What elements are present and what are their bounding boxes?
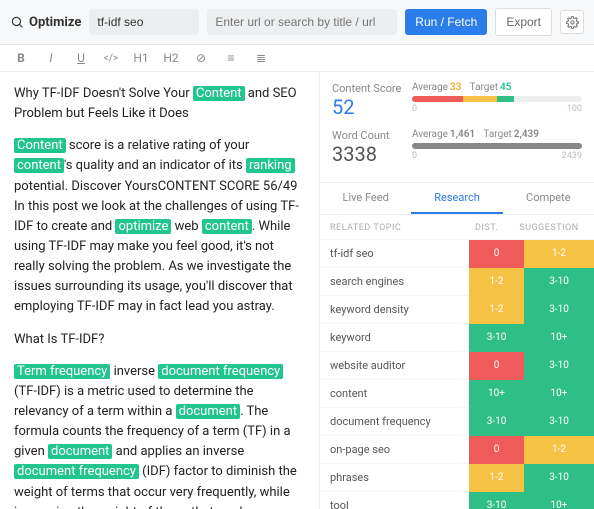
h1-button[interactable]: H1 — [130, 51, 152, 65]
dist-cell: 3-10 — [469, 324, 524, 352]
brand-label: Optimize — [29, 15, 81, 30]
italic-button[interactable]: I — [40, 51, 62, 65]
suggestion-cell: 3-10 — [524, 296, 594, 324]
bullet-list-button[interactable]: ≡ — [220, 51, 242, 65]
topic-cell: tool — [320, 499, 469, 509]
wc-bar — [412, 143, 582, 149]
topic-cell: on-page seo — [320, 443, 469, 456]
dist-cell: 3-10 — [469, 492, 524, 509]
dist-cell: 3-10 — [469, 408, 524, 436]
h2-button[interactable]: H2 — [160, 51, 182, 65]
wc-targets: Average1,461 Target2,439 — [412, 129, 582, 140]
underline-button[interactable]: U — [70, 51, 92, 65]
table-row[interactable]: tf-idf seo01-2 — [320, 239, 594, 267]
side-panel: Content Score 52 Average33 Target45 0100 — [319, 72, 594, 509]
dist-cell: 1-2 — [469, 296, 524, 324]
suggestion-cell: 3-10 — [524, 268, 594, 296]
run-button[interactable]: Run / Fetch — [405, 9, 487, 35]
dist-cell: 10+ — [469, 380, 524, 408]
editor-para: Content score is a relative rating of yo… — [14, 136, 305, 317]
topic-cell: website auditor — [320, 359, 469, 372]
suggestion-cell: 1-2 — [524, 436, 594, 464]
editor-pane[interactable]: Why TF-IDF Doesn't Solve Your Content an… — [0, 72, 319, 509]
metrics-block: Content Score 52 Average33 Target45 0100 — [320, 72, 594, 183]
editor-heading: What Is TF-IDF? — [14, 330, 305, 350]
url-input[interactable] — [207, 9, 397, 35]
dist-cell: 0 — [469, 240, 524, 268]
table-row[interactable]: keyword3-1010+ — [320, 323, 594, 351]
word-count-label: Word Count — [332, 129, 412, 142]
code-button[interactable]: </> — [100, 53, 122, 64]
table-row[interactable]: tool3-1010+ — [320, 491, 594, 509]
table-row[interactable]: keyword density1-23-10 — [320, 295, 594, 323]
keyword-input[interactable] — [89, 9, 199, 35]
topic-cell: document frequency — [320, 415, 469, 428]
dist-cell: 0 — [469, 436, 524, 464]
suggestion-cell: 10+ — [524, 324, 594, 352]
settings-button[interactable] — [560, 10, 584, 34]
highlight: Content — [193, 86, 245, 101]
suggestion-cell: 3-10 — [524, 352, 594, 380]
main-area: Why TF-IDF Doesn't Solve Your Content an… — [0, 72, 594, 509]
th-topic: RELATED TOPIC — [330, 223, 459, 233]
topic-rows[interactable]: tf-idf seo01-2search engines1-23-10keywo… — [320, 239, 594, 509]
clear-format-button[interactable]: ⊘ — [190, 51, 212, 65]
score-targets: Average33 Target45 — [412, 82, 582, 93]
suggestion-cell: 10+ — [524, 380, 594, 408]
dist-cell: 1-2 — [469, 268, 524, 296]
table-row[interactable]: phrases1-23-10 — [320, 463, 594, 491]
gear-icon — [566, 16, 579, 29]
th-dist: DIST. — [459, 223, 514, 233]
suggestion-cell: 3-10 — [524, 408, 594, 436]
score-bar — [412, 96, 582, 102]
topic-cell: phrases — [320, 471, 469, 484]
topic-cell: search engines — [320, 275, 469, 288]
table-row[interactable]: search engines1-23-10 — [320, 267, 594, 295]
dist-cell: 0 — [469, 352, 524, 380]
top-bar: Optimize Run / Fetch Export — [0, 0, 594, 45]
topic-cell: tf-idf seo — [320, 247, 469, 260]
table-row[interactable]: document frequency3-103-10 — [320, 407, 594, 435]
suggestion-cell: 1-2 — [524, 240, 594, 268]
bold-button[interactable]: B — [10, 51, 32, 65]
th-suggestion: SUGGESTION — [514, 223, 584, 233]
topic-cell: keyword density — [320, 303, 469, 316]
side-tabs: Live Feed Research Compete — [320, 183, 594, 215]
brand: Optimize — [10, 15, 81, 30]
table-row[interactable]: content10+10+ — [320, 379, 594, 407]
tab-research[interactable]: Research — [411, 183, 502, 214]
dist-cell: 1-2 — [469, 464, 524, 492]
editor-para: Term frequency inverse document frequenc… — [14, 362, 305, 509]
tab-live-feed[interactable]: Live Feed — [320, 183, 411, 214]
export-button[interactable]: Export — [495, 8, 552, 36]
table-row[interactable]: website auditor03-10 — [320, 351, 594, 379]
table-row[interactable]: on-page seo01-2 — [320, 435, 594, 463]
suggestion-cell: 3-10 — [524, 464, 594, 492]
content-score-label: Content Score — [332, 82, 412, 95]
format-toolbar: B I U </> H1 H2 ⊘ ≡ ≣ — [0, 45, 594, 72]
tab-compete[interactable]: Compete — [503, 183, 594, 214]
editor-title: Why TF-IDF Doesn't Solve Your Content an… — [14, 84, 305, 124]
topic-cell: keyword — [320, 331, 469, 344]
topic-table-header: RELATED TOPIC DIST. SUGGESTION — [320, 215, 594, 239]
suggestion-cell: 10+ — [524, 492, 594, 509]
number-list-button[interactable]: ≣ — [250, 51, 272, 65]
content-score-value: 52 — [332, 95, 412, 119]
optimize-icon — [10, 15, 24, 29]
topic-cell: content — [320, 387, 469, 400]
word-count-value: 3338 — [332, 142, 412, 166]
